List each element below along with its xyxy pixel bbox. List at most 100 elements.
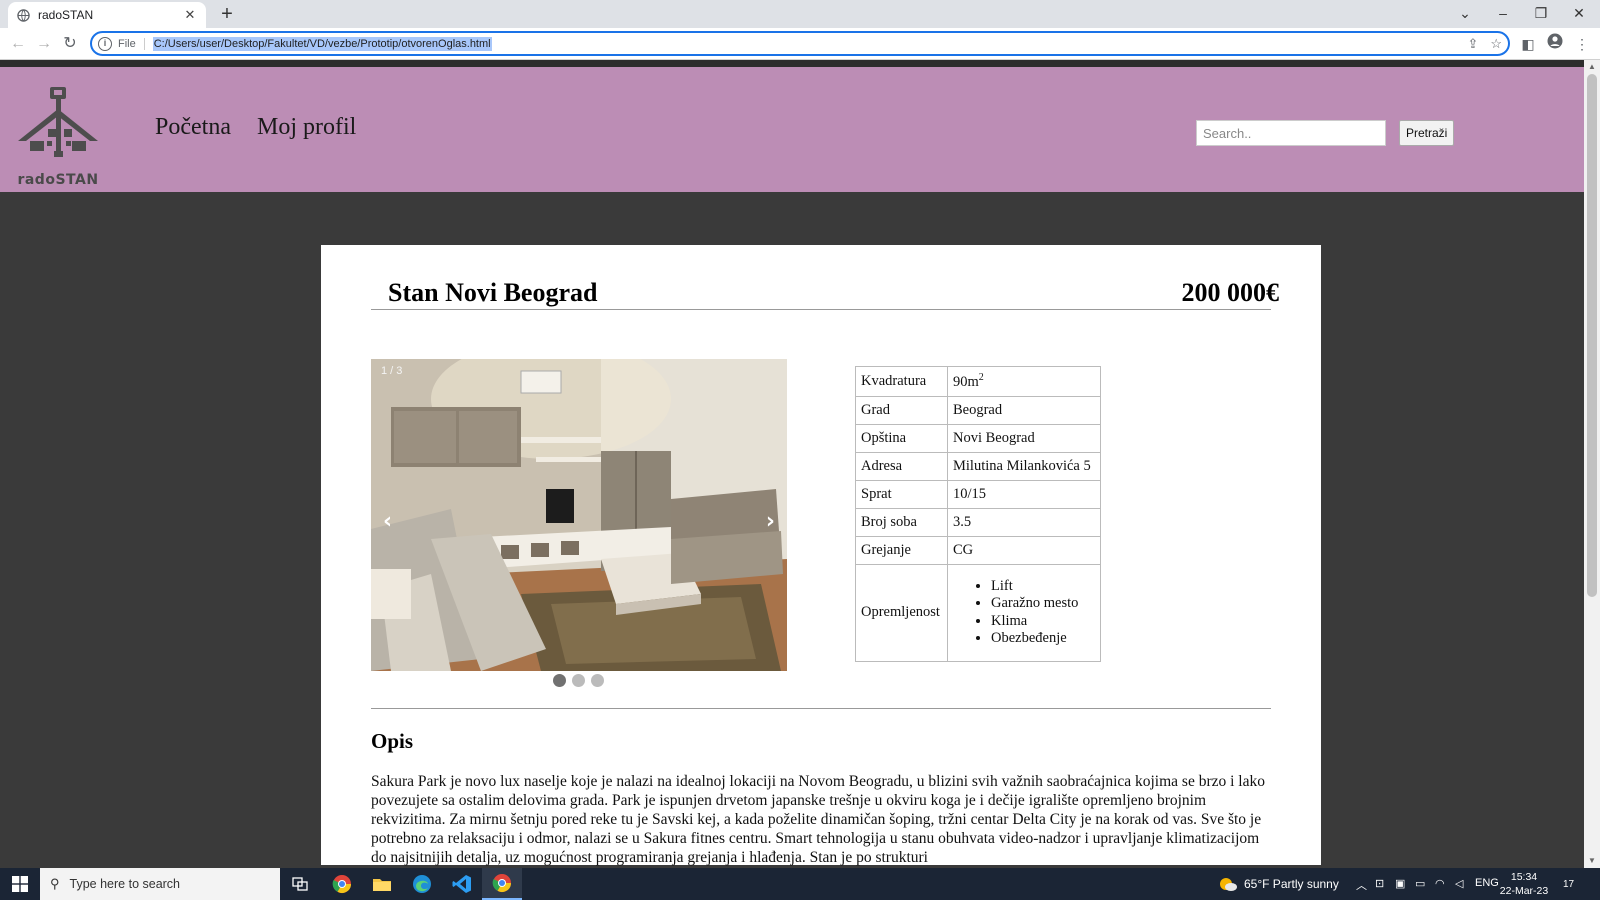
weather-text: 65°F Partly sunny xyxy=(1244,877,1339,891)
carousel-prev-button[interactable]: ‹ xyxy=(383,509,392,534)
task-view-icon[interactable] xyxy=(280,868,320,900)
nav-link-my-profile[interactable]: Moj profil xyxy=(257,114,356,141)
listing-card: Stan Novi Beograd 200 000€ 1 / 3 ‹ › Kva… xyxy=(321,245,1321,866)
spec-key: Opremljenost xyxy=(855,563,948,662)
spec-key: Broj soba xyxy=(855,507,948,537)
share-icon[interactable]: ⇪ xyxy=(1467,36,1478,52)
search-input[interactable] xyxy=(1196,120,1386,146)
search-button[interactable]: Pretraži xyxy=(1399,120,1455,146)
equipment-list-cell: Lift Garažno mesto Klima Obezbeđenje xyxy=(947,563,1101,662)
section-divider xyxy=(371,708,1271,709)
list-item: Garažno mesto xyxy=(991,595,1095,613)
notification-count: 17 xyxy=(1563,879,1575,890)
url-text[interactable]: C:/Users/user/Desktop/Fakultet/VD/vezbe/… xyxy=(152,36,492,51)
browser-menu-icon[interactable]: ⋮ xyxy=(1570,32,1594,56)
windows-taskbar: ⚲ Type here to search 65°F Partly sunny … xyxy=(0,868,1600,900)
battery-icon[interactable]: ▭ xyxy=(1415,877,1425,890)
weather-widget[interactable]: 65°F Partly sunny xyxy=(1218,876,1339,892)
close-window-button[interactable]: ✕ xyxy=(1560,0,1598,28)
site-logo[interactable]: radoSTAN xyxy=(14,85,102,188)
specs-table: Kvadratura 90m2 Grad Beograd Opština Nov… xyxy=(855,366,1101,662)
browser-tab-strip: radoSTAN ✕ + ⌄ – ❐ ✕ xyxy=(0,0,1600,28)
new-tab-button[interactable]: + xyxy=(215,2,239,26)
chrome-active-taskbar-icon[interactable] xyxy=(482,868,522,900)
list-item: Lift xyxy=(991,578,1095,596)
slide-counter: 1 / 3 xyxy=(381,365,403,377)
spec-value: Beograd xyxy=(947,395,1101,425)
listing-title: Stan Novi Beograd xyxy=(388,278,598,307)
list-item: Obezbeđenje xyxy=(991,630,1095,648)
spec-value: 3.5 xyxy=(947,507,1101,537)
partly-sunny-icon xyxy=(1220,878,1237,891)
carousel-dot-1[interactable] xyxy=(553,674,566,687)
nav-link-home[interactable]: Početna xyxy=(155,114,231,141)
vscode-taskbar-icon[interactable] xyxy=(442,868,482,900)
profile-avatar-icon[interactable] xyxy=(1543,32,1567,56)
table-row: Broj soba 3.5 xyxy=(855,507,1101,537)
edge-taskbar-icon[interactable] xyxy=(402,868,442,900)
spec-value: Novi Beograd xyxy=(947,423,1101,453)
reload-button[interactable]: ↻ xyxy=(58,32,82,56)
restore-button[interactable]: ❐ xyxy=(1522,0,1560,28)
carousel-dot-2[interactable] xyxy=(572,674,585,687)
equipment-list: Lift Garažno mesto Klima Obezbeđenje xyxy=(991,570,1095,656)
onedrive-icon[interactable]: ▣ xyxy=(1395,877,1405,890)
forward-button[interactable]: → xyxy=(32,32,56,56)
bookmark-star-icon[interactable]: ☆ xyxy=(1490,36,1502,52)
spec-key: Adresa xyxy=(855,451,948,481)
address-bar[interactable]: i File C:/Users/user/Desktop/Fakultet/VD… xyxy=(90,31,1510,56)
page-top-strip xyxy=(0,60,1584,67)
scroll-up-arrow-icon[interactable]: ▲ xyxy=(1584,60,1600,74)
logo-text: radoSTAN xyxy=(17,172,99,188)
globe-icon xyxy=(16,8,30,22)
description-heading: Opis xyxy=(371,729,414,753)
scroll-thumb[interactable] xyxy=(1587,74,1597,597)
table-row: Opremljenost Lift Garažno mesto Klima Ob… xyxy=(855,563,1101,662)
wifi-icon[interactable]: ◠ xyxy=(1435,877,1445,890)
file-explorer-icon[interactable] xyxy=(362,868,402,900)
table-row: Grad Beograd xyxy=(855,395,1101,425)
apartment-photo xyxy=(371,359,787,671)
browser-tab[interactable]: radoSTAN ✕ xyxy=(8,2,206,28)
spec-area-exponent: 2 xyxy=(978,372,984,383)
url-scheme: File xyxy=(118,37,145,50)
search-icon: ⚲ xyxy=(50,876,60,891)
table-row: Sprat 10/15 xyxy=(855,479,1101,509)
volume-icon[interactable]: ◁ xyxy=(1455,877,1463,890)
carousel-next-button[interactable]: › xyxy=(766,509,775,534)
tab-search-icon[interactable]: ⌄ xyxy=(1446,0,1484,28)
scroll-down-arrow-icon[interactable]: ▼ xyxy=(1584,854,1600,868)
side-panel-icon[interactable]: ◧ xyxy=(1516,32,1540,56)
table-row: Opština Novi Beograd xyxy=(855,423,1101,453)
notification-center-icon[interactable]: 17 xyxy=(1563,875,1574,890)
browser-toolbar: ← → ↻ i File C:/Users/user/Desktop/Fakul… xyxy=(0,28,1600,60)
spec-value: Milutina Milankovića 5 xyxy=(947,451,1101,481)
windows-start-icon[interactable] xyxy=(0,868,40,900)
site-header: radoSTAN Početna Moj profil Pretraži xyxy=(0,67,1584,192)
photo-carousel[interactable]: 1 / 3 ‹ › xyxy=(371,359,787,671)
carousel-dots xyxy=(553,674,604,687)
table-row: Adresa Milutina Milankovića 5 xyxy=(855,451,1101,481)
taskbar-clock[interactable]: 15:34 22-Mar-23 xyxy=(1497,870,1551,898)
page-scrollbar[interactable]: ▲ ▼ xyxy=(1584,60,1600,868)
description-text: Sakura Park je novo lux naselje koje je … xyxy=(371,773,1265,866)
tab-close-icon[interactable]: ✕ xyxy=(182,7,198,23)
main-nav: Početna Moj profil xyxy=(155,114,356,141)
minimize-button[interactable]: – xyxy=(1484,0,1522,28)
chrome-taskbar-icon[interactable] xyxy=(322,868,362,900)
carousel-dot-3[interactable] xyxy=(591,674,604,687)
spec-key: Sprat xyxy=(855,479,948,509)
site-info-icon[interactable]: i xyxy=(98,36,112,51)
spec-area-value: 90m xyxy=(953,373,979,390)
house-key-logo-icon xyxy=(18,87,98,157)
taskbar-search[interactable]: ⚲ Type here to search xyxy=(40,868,280,900)
listing-header: Stan Novi Beograd 200 000€ xyxy=(371,275,1279,310)
show-hidden-icons-icon[interactable]: ︿ xyxy=(1356,877,1367,893)
input-language[interactable]: ENG xyxy=(1475,877,1499,889)
tab-title: radoSTAN xyxy=(38,8,94,22)
clock-time: 15:34 xyxy=(1510,871,1538,883)
meet-now-icon[interactable]: ⊡ xyxy=(1375,877,1384,890)
spec-key: Kvadratura xyxy=(855,366,948,397)
back-button[interactable]: ← xyxy=(6,32,30,56)
spec-value: CG xyxy=(947,535,1101,565)
